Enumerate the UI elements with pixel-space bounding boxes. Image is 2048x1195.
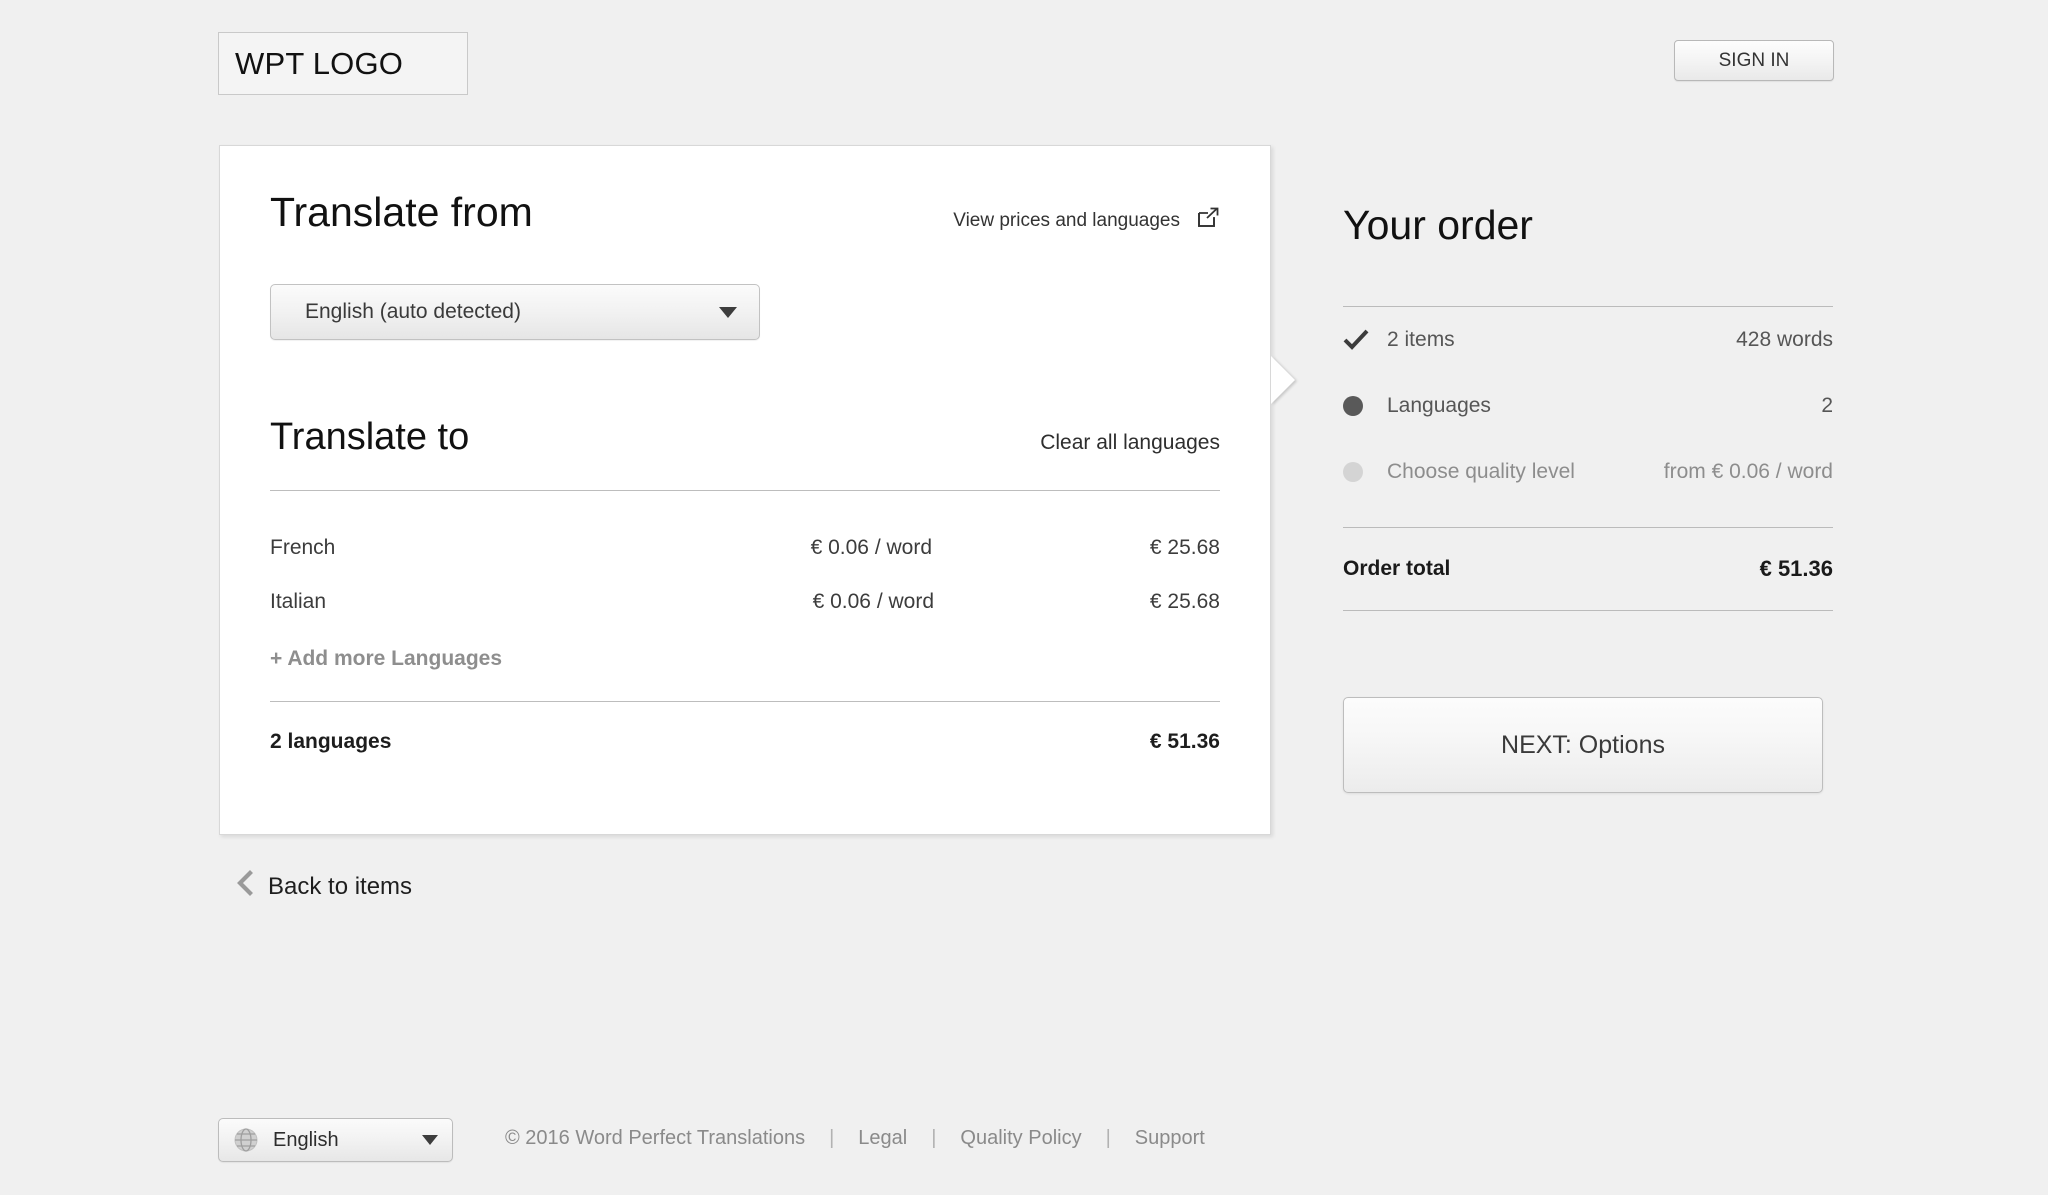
page-root: WPT LOGO SIGN IN Translate from View pri… [0, 0, 2048, 1195]
order-row-value: 428 words [1736, 328, 1833, 351]
back-to-items-link[interactable]: Back to items [236, 870, 412, 903]
check-icon [1343, 329, 1387, 351]
languages-total-amount: € 51.36 [1149, 730, 1220, 753]
translation-card: Translate from View prices and languages [219, 145, 1295, 835]
sign-in-button[interactable]: SIGN IN [1674, 40, 1834, 81]
card-pointer-notch [1271, 356, 1295, 404]
page-footer: English © 2016 Word Perfect Translations… [0, 1118, 2048, 1178]
order-title: Your order [1343, 202, 1533, 248]
footer-link-legal[interactable]: Legal [858, 1127, 907, 1150]
order-row-label: 2 items [1387, 328, 1455, 351]
footer-language-label: English [273, 1128, 339, 1151]
order-summary-panel: Your order 2 items 428 words Languages 2… [1343, 145, 1833, 793]
chevron-left-icon [236, 870, 254, 903]
view-prices-link[interactable]: View prices and languages [953, 206, 1220, 236]
site-logo[interactable]: WPT LOGO [218, 32, 468, 95]
divider-top [270, 490, 1220, 491]
language-name: French [270, 536, 336, 559]
globe-icon [233, 1127, 259, 1153]
next-options-button[interactable]: NEXT: Options [1343, 697, 1823, 793]
chevron-down-icon [422, 1135, 438, 1145]
add-more-languages-link[interactable]: + Add more Languages [270, 629, 1220, 671]
copyright-text: © 2016 Word Perfect Translations [505, 1127, 806, 1149]
language-rate: € 0.06 / word [810, 536, 932, 559]
order-row-value: from € 0.06 / word [1663, 460, 1833, 483]
footer-links: © 2016 Word Perfect Translations | Legal… [505, 1127, 1205, 1150]
translate-to-header: Translate to Clear all languages [270, 340, 1220, 456]
translate-to-title: Translate to [270, 416, 470, 458]
language-name: Italian [270, 590, 327, 613]
order-row-value: 2 [1821, 394, 1833, 417]
logo-text: WPT LOGO [235, 45, 404, 81]
language-table: French € 0.06 / word € 25.68 Italian € 0… [270, 521, 1220, 629]
footer-separator: | [931, 1127, 937, 1149]
empty-dot-icon [1343, 462, 1387, 482]
chevron-down-icon [719, 306, 737, 318]
clear-all-languages-link[interactable]: Clear all languages [1040, 431, 1220, 455]
source-language-select[interactable]: English (auto detected) [270, 284, 760, 340]
filled-dot-icon [1343, 396, 1387, 416]
footer-language-select[interactable]: English [218, 1118, 453, 1162]
order-row-quality-level[interactable]: Choose quality level from € 0.06 / word [1343, 439, 1833, 505]
next-options-label: NEXT: Options [1501, 730, 1665, 759]
sign-in-label: SIGN IN [1718, 49, 1790, 71]
order-row-languages[interactable]: Languages 2 [1343, 373, 1833, 439]
language-amount: € 25.68 [1149, 590, 1220, 613]
translate-from-title: Translate from [270, 189, 533, 235]
languages-count-label: 2 languages [270, 730, 392, 753]
table-row[interactable]: French € 0.06 / word € 25.68 [270, 521, 1220, 575]
translate-from-header: Translate from View prices and languages [270, 146, 1220, 236]
language-rate: € 0.06 / word [812, 590, 934, 613]
view-prices-label: View prices and languages [953, 210, 1180, 231]
order-row-label: Choose quality level [1387, 460, 1575, 483]
order-divider-bottom [1343, 610, 1833, 611]
order-row-items[interactable]: 2 items 428 words [1343, 307, 1833, 373]
back-to-items-label: Back to items [268, 872, 413, 900]
footer-separator: | [1105, 1127, 1111, 1149]
language-amount: € 25.68 [1149, 536, 1220, 559]
order-total-label: Order total [1343, 557, 1451, 580]
footer-link-support[interactable]: Support [1135, 1127, 1205, 1150]
languages-summary-row: 2 languages € 51.36 [270, 702, 1220, 754]
order-total-amount: € 51.36 [1759, 556, 1833, 581]
order-total-row: Order total € 51.36 [1343, 528, 1833, 582]
footer-link-quality-policy[interactable]: Quality Policy [960, 1127, 1081, 1150]
order-row-label: Languages [1387, 394, 1491, 417]
source-language-value: English (auto detected) [305, 300, 521, 323]
table-row[interactable]: Italian € 0.06 / word € 25.68 [270, 575, 1220, 629]
footer-separator: | [829, 1127, 835, 1149]
card-body: Translate from View prices and languages [220, 146, 1270, 754]
external-link-icon [1196, 206, 1220, 236]
